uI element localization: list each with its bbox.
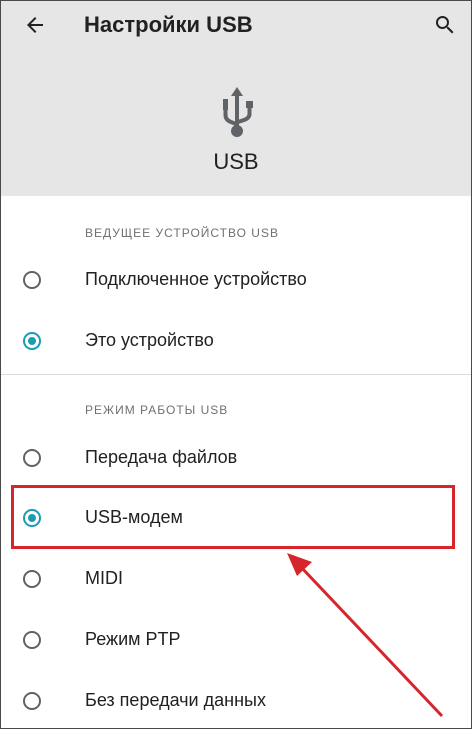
option-label: Это устройство [85,330,214,350]
option-ptp[interactable]: Режим PTP [1,613,471,671]
section-title-usb-mode: РЕЖИМ РАБОТЫ USB [85,403,229,417]
back-button[interactable] [19,9,51,41]
header: Настройки USB USB [1,1,471,196]
search-icon [436,16,454,34]
option-no-data-transfer[interactable]: Без передачи данных [1,674,471,732]
radio-button-selected[interactable] [23,332,41,350]
radio-button[interactable] [23,271,41,289]
option-this-device[interactable]: Это устройство [1,314,471,372]
usb-icon [223,87,253,137]
page-title: Настройки USB [84,12,253,37]
radio-button[interactable] [23,692,41,710]
option-label: Без передачи данных [85,690,266,710]
radio-button[interactable] [23,449,41,467]
arrow-back-icon [27,17,43,33]
radio-button[interactable] [23,631,41,649]
option-label: Подключенное устройство [85,269,307,289]
option-label: MIDI [85,568,123,588]
option-label: Режим PTP [85,629,181,649]
app-bar: Настройки USB [1,1,471,49]
option-label: Передача файлов [85,447,238,467]
option-midi[interactable]: MIDI [1,552,471,610]
radio-button[interactable] [23,570,41,588]
section-title-host: ВЕДУЩЕЕ УСТРОЙСТВО USB [85,226,279,240]
option-connected-device[interactable]: Подключенное устройство [1,253,471,311]
highlight-box [11,485,455,549]
option-file-transfer[interactable]: Передача файлов [1,431,471,489]
usb-caption: USB [213,149,259,174]
divider [1,374,471,375]
search-button[interactable] [429,9,461,41]
